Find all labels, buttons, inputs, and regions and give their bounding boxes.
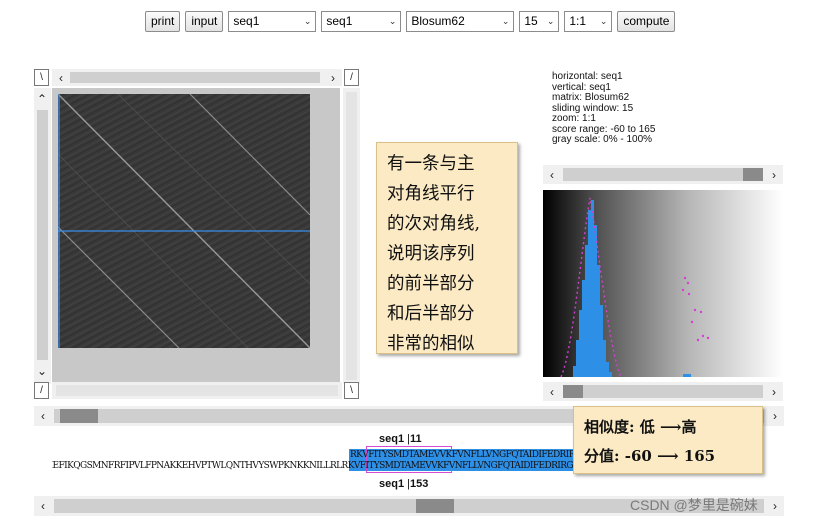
down-arrow-icon[interactable]: ⌄: [35, 364, 49, 378]
scrollbar-track[interactable]: [37, 110, 48, 360]
note-line: 和后半部分: [387, 304, 475, 324]
left-arrow-icon[interactable]: ‹: [36, 499, 50, 513]
annotation-note-main: 有一条与主 对角线平行 的次对角线, 说明该序列 的前半部分 和后半部分 非常的…: [376, 142, 518, 354]
note-line: 对角线平行: [387, 184, 475, 204]
matrix-value: Blosum62: [411, 14, 465, 28]
window-value: 15: [524, 14, 538, 28]
matrix-select[interactable]: Blosum62 ⌄: [406, 10, 515, 32]
bottom-seq-label: seq1 |153: [379, 478, 429, 490]
input-button[interactable]: input: [185, 10, 224, 32]
outlier-points: [681, 276, 710, 342]
annotation-note-legend: 相似度: 低 ⟶高 分值: -60 ⟶ 165: [573, 406, 763, 474]
plot-info: horizontal: seq1 vertical: seq1 matrix: …: [552, 71, 655, 146]
vertical-seq-value: seq1: [326, 14, 353, 28]
left-arrow-icon[interactable]: ‹: [54, 71, 68, 85]
plot-bottom-scrollbar[interactable]: [52, 382, 342, 399]
scrollbar-track[interactable]: [563, 168, 763, 181]
toolbar: print input seq1 ⌄ seq1 ⌄ Blosum62 ⌄ 15 …: [145, 9, 676, 33]
info-gray-scale: gray scale: 0% - 100%: [552, 134, 653, 145]
bottom-seq-name: seq1: [379, 478, 405, 490]
scrollbar-thumb[interactable]: [563, 385, 583, 398]
note-line: 说明该序列: [387, 244, 475, 264]
histogram-canvas: [560, 197, 710, 377]
dot-plot-canvas: [58, 94, 310, 348]
info-horizontal: horizontal: seq1: [552, 71, 623, 82]
right-arrow-icon[interactable]: ›: [767, 385, 781, 399]
info-zoom: zoom: 1:1: [552, 113, 596, 124]
print-button[interactable]: print: [145, 10, 181, 32]
horizontal-seq-select[interactable]: seq1 ⌄: [228, 10, 317, 32]
chevron-down-icon: ⌄: [501, 15, 510, 26]
bottom-seq-position: 153: [410, 478, 429, 490]
corner-toggle-top-left[interactable]: \: [34, 69, 49, 86]
scrollbar-track[interactable]: [56, 385, 338, 396]
right-arrow-icon[interactable]: ›: [326, 71, 340, 85]
corner-toggle-bottom-left[interactable]: /: [34, 382, 49, 399]
zoom-select[interactable]: 1:1 ⌄: [564, 10, 613, 32]
note-line: 非常的相似: [387, 334, 475, 354]
chevron-down-icon: ⌄: [599, 15, 608, 26]
chevron-down-icon: ⌄: [303, 15, 312, 26]
scrollbar-track[interactable]: [70, 72, 320, 83]
top-seq-position: 11: [410, 433, 422, 445]
right-arrow-icon[interactable]: ›: [768, 499, 782, 513]
top-seq-name: seq1: [379, 433, 405, 445]
histogram-bars: [573, 200, 691, 377]
chevron-down-icon: ⌄: [546, 15, 555, 26]
scrollbar-thumb[interactable]: [416, 499, 454, 513]
top-sequence: RKVFITYSMDTAMEVVKFVNFLLVNGFQTAIDIFEDRIRG: [350, 450, 573, 460]
chevron-down-icon: ⌄: [388, 15, 397, 26]
score-histogram: [543, 190, 783, 377]
corner-toggle-top-right[interactable]: /: [344, 69, 359, 86]
dot-plot[interactable]: [58, 94, 310, 348]
horizontal-seq-value: seq1: [233, 14, 260, 28]
left-arrow-icon[interactable]: ‹: [36, 409, 50, 423]
up-arrow-icon[interactable]: ⌃: [35, 92, 49, 106]
info-matrix: matrix: Blosum62: [552, 92, 630, 103]
top-seq-label: seq1 |11: [379, 433, 422, 445]
histogram-bottom-scrollbar[interactable]: ‹ ›: [543, 382, 783, 401]
window-select[interactable]: 15 ⌄: [519, 10, 560, 32]
scrollbar-thumb[interactable]: [60, 409, 98, 423]
right-arrow-icon[interactable]: ›: [768, 409, 782, 423]
note-line: 的次对角线,: [387, 214, 481, 234]
plot-top-scrollbar[interactable]: ‹ ›: [52, 69, 342, 86]
bottom-sequence: RMMQIEFIKQGSMNFRFIPVLFPNAKKEHVPTWLQNTHVY…: [52, 461, 573, 471]
histogram-top-scrollbar[interactable]: ‹ ›: [543, 165, 783, 184]
right-arrow-icon[interactable]: ›: [767, 168, 781, 182]
compute-button[interactable]: compute: [617, 10, 676, 32]
left-arrow-icon[interactable]: ‹: [545, 385, 559, 399]
corner-toggle-bottom-right[interactable]: \: [344, 382, 359, 399]
scrollbar-track[interactable]: [563, 385, 763, 398]
plot-right-scrollbar[interactable]: [343, 88, 360, 384]
watermark: CSDN @梦里是碗妹: [630, 497, 758, 513]
left-arrow-icon[interactable]: ‹: [545, 168, 559, 182]
scrollbar-track[interactable]: [346, 92, 357, 380]
plot-left-scrollbar[interactable]: ⌃ ⌄: [34, 88, 51, 384]
vertical-seq-select[interactable]: seq1 ⌄: [321, 10, 402, 32]
note-line: 有一条与主: [387, 154, 475, 174]
scrollbar-thumb[interactable]: [743, 168, 763, 181]
note-line: 的前半部分: [387, 274, 475, 294]
legend-similarity: 相似度: 低 ⟶高: [584, 418, 697, 436]
legend-score: 分值: -60 ⟶ 165: [584, 447, 716, 465]
zoom-value: 1:1: [569, 14, 587, 28]
